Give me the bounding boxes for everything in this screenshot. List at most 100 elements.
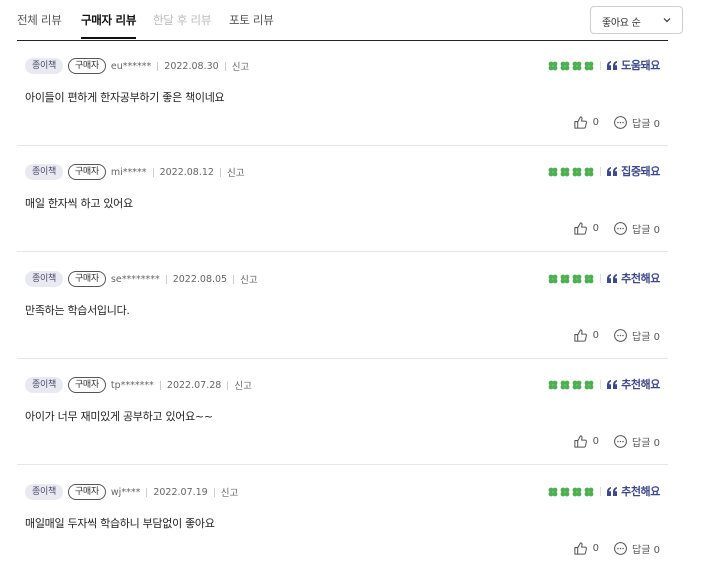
review-actions: 0 답글 0 bbox=[573, 220, 660, 236]
report-link[interactable]: 신고 bbox=[240, 272, 257, 286]
clover-icon bbox=[572, 487, 582, 496]
clover-icon bbox=[584, 487, 594, 496]
tab-buyer-reviews[interactable]: 구매자 리뷰 bbox=[81, 12, 136, 39]
like-button[interactable]: 0 bbox=[573, 115, 599, 130]
review-date: 2022.07.28 bbox=[166, 379, 222, 391]
rating: 추천해요 bbox=[546, 375, 660, 393]
like-button[interactable]: 0 bbox=[573, 328, 599, 343]
format-chip: 종이책 bbox=[25, 271, 63, 287]
review-text: 아이가 너무 재미있게 공부하고 있어요~~ bbox=[25, 410, 213, 423]
clover-icon bbox=[548, 167, 558, 176]
reviewer-id: wj**** bbox=[110, 486, 141, 498]
review-date: 2022.07.19 bbox=[153, 486, 208, 498]
clover-icon bbox=[560, 61, 570, 70]
thumbs-up-icon bbox=[574, 434, 587, 448]
reviewer-id: mi***** bbox=[110, 166, 147, 178]
like-count: 0 bbox=[592, 222, 600, 234]
review-text: 만족하는 학습서입니다. bbox=[25, 304, 130, 317]
like-button[interactable]: 0 bbox=[573, 221, 599, 236]
review-actions: 0 답글 0 bbox=[573, 327, 660, 343]
rating: 추천해요 bbox=[546, 269, 660, 287]
divider bbox=[213, 487, 215, 497]
review-meta: 종이책 구매자 mi***** 2022.08.12 신고 bbox=[25, 163, 244, 181]
review-date: 2022.08.05 bbox=[172, 273, 228, 285]
divider bbox=[600, 486, 602, 496]
divider bbox=[219, 167, 221, 177]
reply-button[interactable]: 답글 0 bbox=[613, 541, 660, 556]
review-item: 종이책 구매자 wj**** 2022.07.19 신고 추천해요 매일매일 두… bbox=[17, 466, 668, 572]
review-actions: 0 답글 0 bbox=[573, 540, 660, 556]
like-count: 0 bbox=[592, 542, 600, 554]
clover-icon bbox=[584, 274, 594, 283]
divider bbox=[165, 274, 167, 284]
like-count: 0 bbox=[592, 435, 600, 447]
review-panel: 전체 리뷰 구매자 리뷰 한달 후 리뷰 포토 리뷰 좋아요 순 종이책 구매자… bbox=[0, 0, 707, 564]
clover-icon bbox=[548, 487, 558, 496]
like-button[interactable]: 0 bbox=[573, 541, 599, 556]
divider bbox=[600, 273, 602, 283]
review-tag: 집중돼요 bbox=[621, 165, 660, 178]
review-meta: 종이책 구매자 tp******* 2022.07.28 신고 bbox=[25, 376, 252, 394]
divider bbox=[159, 380, 161, 390]
like-button[interactable]: 0 bbox=[573, 434, 599, 449]
reply-button[interactable]: 답글 0 bbox=[613, 328, 660, 343]
tab-month-later-reviews[interactable]: 한달 후 리뷰 bbox=[153, 12, 211, 28]
quote-icon bbox=[607, 486, 618, 496]
buyer-badge: 구매자 bbox=[67, 164, 106, 180]
sort-select[interactable]: 좋아요 순 bbox=[590, 6, 683, 34]
rating: 도움돼요 bbox=[546, 56, 660, 74]
clover-icon bbox=[560, 380, 570, 389]
chevron-down-icon bbox=[663, 18, 671, 23]
review-meta: 종이책 구매자 se******** 2022.08.05 신고 bbox=[25, 270, 258, 288]
review-tabs: 전체 리뷰 구매자 리뷰 한달 후 리뷰 포토 리뷰 좋아요 순 bbox=[17, 0, 683, 41]
report-link[interactable]: 신고 bbox=[232, 59, 249, 73]
reply-button[interactable]: 답글 0 bbox=[613, 115, 660, 130]
review-tag: 추천해요 bbox=[621, 378, 660, 391]
buyer-badge: 구매자 bbox=[67, 377, 106, 393]
comment-icon bbox=[614, 221, 627, 235]
divider bbox=[233, 274, 235, 284]
clover-icon bbox=[560, 274, 570, 283]
reply-count: 답글 0 bbox=[632, 224, 660, 236]
thumbs-up-icon bbox=[574, 328, 587, 342]
clover-icon bbox=[572, 61, 582, 70]
review-meta: 종이책 구매자 wj**** 2022.07.19 신고 bbox=[25, 483, 238, 501]
format-chip: 종이책 bbox=[25, 164, 63, 180]
reply-button[interactable]: 답글 0 bbox=[613, 221, 660, 236]
rating-clovers bbox=[546, 482, 594, 501]
report-link[interactable]: 신고 bbox=[234, 378, 251, 392]
review-text: 매일 한자씩 하고 있어요 bbox=[25, 197, 133, 210]
comment-icon bbox=[614, 541, 627, 555]
quote-icon bbox=[607, 166, 618, 176]
reply-count: 답글 0 bbox=[632, 437, 660, 449]
divider bbox=[227, 380, 229, 390]
report-link[interactable]: 신고 bbox=[227, 165, 244, 179]
reply-count: 답글 0 bbox=[632, 544, 660, 556]
clover-icon bbox=[548, 274, 558, 283]
review-tag: 추천해요 bbox=[621, 272, 660, 285]
reviewer-id: se******** bbox=[110, 273, 160, 285]
rating-clovers bbox=[546, 162, 594, 181]
buyer-badge: 구매자 bbox=[67, 484, 106, 500]
clover-icon bbox=[572, 380, 582, 389]
divider bbox=[600, 379, 602, 389]
reply-button[interactable]: 답글 0 bbox=[613, 434, 660, 449]
report-link[interactable]: 신고 bbox=[221, 485, 238, 499]
comment-icon bbox=[614, 434, 627, 448]
divider bbox=[152, 167, 154, 177]
tab-all-reviews[interactable]: 전체 리뷰 bbox=[17, 12, 62, 28]
review-date: 2022.08.12 bbox=[159, 166, 214, 178]
review-item: 종이책 구매자 se******** 2022.08.05 신고 추천해요 만족… bbox=[17, 253, 668, 359]
reviewer-id: eu****** bbox=[110, 60, 152, 72]
clover-icon bbox=[560, 487, 570, 496]
rating: 집중돼요 bbox=[546, 162, 660, 180]
tab-photo-reviews[interactable]: 포토 리뷰 bbox=[229, 12, 274, 28]
comment-icon bbox=[614, 328, 627, 342]
clover-icon bbox=[584, 380, 594, 389]
buyer-badge: 구매자 bbox=[67, 58, 106, 74]
review-tag: 추천해요 bbox=[621, 485, 660, 498]
clover-icon bbox=[584, 167, 594, 176]
clover-icon bbox=[548, 380, 558, 389]
clover-icon bbox=[584, 61, 594, 70]
clover-icon bbox=[572, 167, 582, 176]
